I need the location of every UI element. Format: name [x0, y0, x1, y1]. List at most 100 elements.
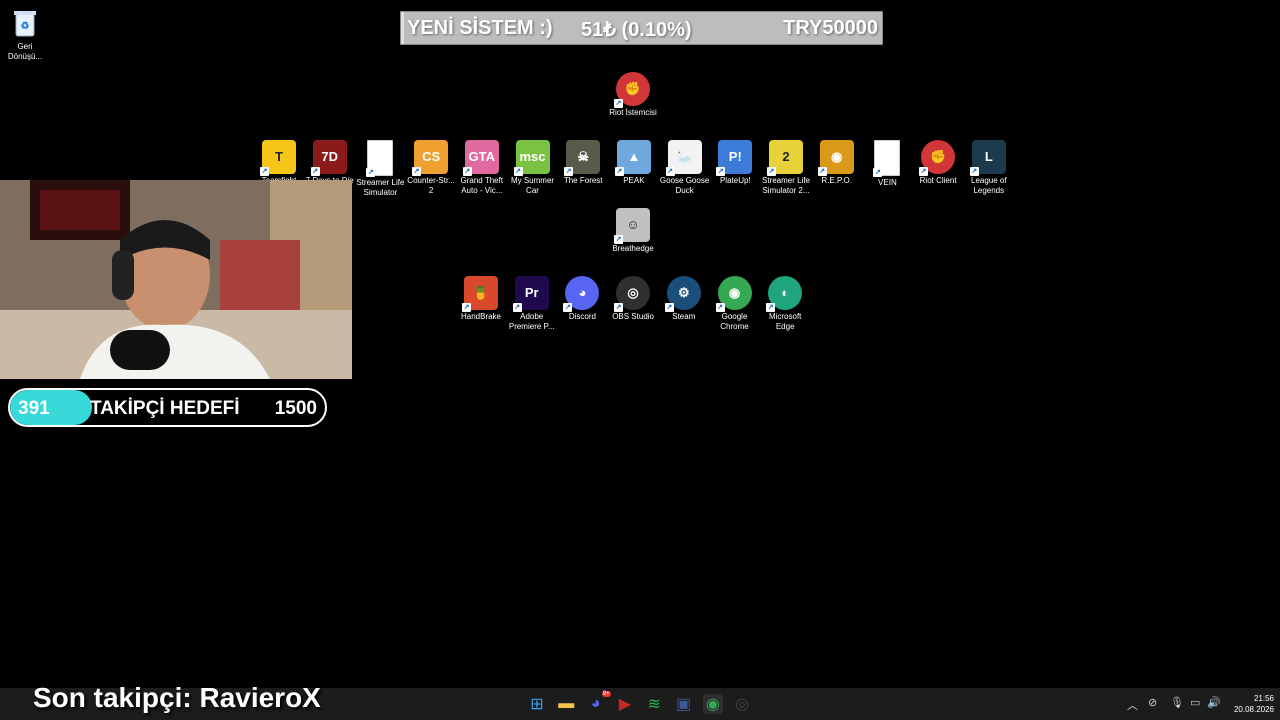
shortcut-arrow-icon: ↗	[512, 303, 522, 312]
desktop-icon-label: VEIN	[878, 178, 897, 187]
desktop-icon[interactable]: ◎ ↗ OBS Studio	[608, 276, 658, 322]
desktop-icon-label: League of Legends	[971, 176, 1007, 195]
desktop-icon[interactable]: ◕ ↗ Discord	[557, 276, 607, 322]
spotify-icon[interactable]: ≋	[644, 694, 664, 714]
goose-goose-duck-icon: 🦢 ↗	[665, 140, 702, 176]
shortcut-arrow-icon: ↗	[969, 167, 979, 176]
desktop-icon-label: PlateUp!	[719, 176, 751, 185]
clock-time: 21:56	[1253, 694, 1274, 703]
video-app-icon[interactable]: ▶	[615, 694, 635, 714]
desktop-icon[interactable]: msc ↗ My Summer Car	[508, 140, 558, 196]
breathedge-icon: ☺ ↗	[614, 208, 650, 244]
webcam-feed	[0, 180, 352, 379]
desktop-icon-label: Streamer Life Simulator	[356, 178, 405, 197]
clock[interactable]: 21:56 20.08.2026	[1222, 693, 1274, 715]
desktop-icon[interactable]: GTA ↗ Grand Theft Auto - Vic...	[457, 140, 507, 196]
follower-goal-label: TAKİPÇİ HEDEFİ	[90, 398, 240, 419]
steam-icon: ⚙ ↗	[664, 276, 701, 312]
discord-icon[interactable]: ◕ 9+	[586, 691, 611, 714]
edge-icon: ◐ ↗	[766, 276, 803, 312]
handbrake-icon: 🍍 ↗	[462, 276, 498, 312]
app-icon[interactable]: ▣	[674, 694, 694, 714]
streamer-life-2-icon: 2 ↗	[767, 140, 803, 176]
gta-vice-city-icon: GTA ↗	[462, 140, 499, 176]
teamfight-icon: T ↗	[260, 140, 296, 176]
desktop-icon-label: The Forest	[563, 176, 603, 185]
shortcut-arrow-icon: ↗	[563, 303, 573, 312]
microphone-icon[interactable]: 🎙	[1170, 696, 1184, 709]
shortcut-arrow-icon: ↗	[664, 303, 674, 312]
the-forest-icon: ☠ ↗	[564, 140, 601, 176]
desktop-icon[interactable]: P! ↗ PlateUp!	[710, 140, 760, 186]
shortcut-arrow-icon: ↗	[715, 303, 725, 312]
desktop-icon-label: Riot Client	[919, 176, 957, 185]
shortcut-arrow-icon: ↗	[716, 167, 726, 176]
discord-icon: ◕ ↗	[563, 276, 600, 312]
chrome-icon[interactable]: ◉	[702, 694, 723, 714]
donation-amount: 51₺ (0.10%)	[581, 19, 692, 41]
desktop-icon-label: Grand Theft Auto - Vic...	[460, 176, 504, 195]
recycle-bin-icon: ♻	[8, 6, 42, 40]
svg-text:♻: ♻	[21, 21, 30, 32]
shortcut-arrow-icon: ↗	[614, 235, 623, 244]
desktop-icon[interactable]: ☺ ↗ Breathedge	[608, 208, 658, 254]
desktop-icon-label: Adobe Premiere P...	[508, 312, 555, 331]
obs-icon[interactable]: ◎	[732, 694, 752, 714]
league-of-legends-icon: L ↗	[969, 140, 1006, 176]
my-summer-car-icon: msc ↗	[513, 140, 550, 176]
desktop-icon[interactable]: ☠ ↗ The Forest	[558, 140, 608, 186]
donation-title: YENİ SİSTEM :)	[407, 17, 553, 39]
donation-progress-fill	[401, 12, 404, 44]
desktop-icon-label: Counter-Str... 2	[407, 176, 455, 195]
desktop-icon[interactable]: 🦢 ↗ Goose Goose Duck	[660, 140, 710, 196]
desktop-icon-label: Streamer Life Simulator 2...	[761, 176, 811, 195]
desktop-icon-label: Geri Dönüşü...	[7, 42, 43, 61]
notification-badge: 9+	[601, 691, 611, 697]
riot-icon: ✊ ↗	[614, 72, 650, 108]
desktop-icon[interactable]: ▲ ↗ PEAK	[609, 140, 659, 186]
last-follower-text: Son takipçi: RavieroX	[33, 682, 321, 713]
desktop-icon-recycle-bin[interactable]: ♻ Geri Dönüşü...	[0, 6, 50, 62]
desktop-icon[interactable]: ◐ ↗ Microsoft Edge	[760, 276, 810, 332]
file-explorer-icon[interactable]: ▬	[556, 694, 576, 714]
desktop-icon[interactable]: ◉ ↗ Google Chrome	[710, 276, 760, 332]
desktop-icon[interactable]: ✊ ↗ Riot Client	[913, 140, 963, 186]
donation-goal: TRY50000	[783, 17, 878, 39]
desktop-icon[interactable]: ◉ ↗ R.E.P.O.	[812, 140, 862, 186]
7-days-to-die-icon: 7D ↗	[310, 140, 347, 176]
obs-icon: ◎ ↗	[614, 276, 651, 312]
volume-icon[interactable]: 🔊	[1207, 696, 1221, 709]
shortcut-arrow-icon: ↗	[919, 167, 929, 176]
shortcut-arrow-icon: ↗	[665, 167, 675, 176]
follower-goal-bar: 391 TAKİPÇİ HEDEFİ 1500	[8, 388, 327, 427]
shortcut-arrow-icon: ↗	[614, 167, 624, 176]
clock-date: 20.08.2026	[1233, 705, 1274, 714]
shortcut-arrow-icon: ↗	[817, 167, 827, 176]
desktop-icon-label: Microsoft Edge	[768, 312, 802, 331]
desktop-icon[interactable]: ⚙ ↗ Steam	[659, 276, 709, 322]
shortcut-arrow-icon: ↗	[873, 168, 883, 177]
desktop-icon[interactable]: 🍍 ↗ HandBrake	[456, 276, 506, 322]
donation-goal-bar: YENİ SİSTEM :) 51₺ (0.10%) TRY50000	[400, 11, 883, 45]
counter-strike-icon: CS ↗	[412, 140, 449, 176]
desktop-icon[interactable]: Pr ↗ Adobe Premiere P...	[507, 276, 557, 332]
desktop-icon[interactable]: ↗ Streamer Life Simulator	[355, 140, 405, 198]
network-off-icon[interactable]: ⊘	[1148, 696, 1157, 709]
windows-start-icon[interactable]: ⊞	[527, 694, 547, 714]
desktop-icon[interactable]: L ↗ League of Legends	[964, 140, 1014, 196]
shortcut-arrow-icon: ↗	[412, 167, 422, 176]
desktop-icon[interactable]: 2 ↗ Streamer Life Simulator 2...	[761, 140, 811, 196]
display-icon[interactable]: ▭	[1190, 696, 1200, 709]
plateup-icon: P! ↗	[716, 140, 753, 176]
desktop-icon-label: R.E.P.O.	[821, 176, 852, 185]
desktop-icon-label: Steam	[672, 312, 696, 321]
desktop-icon[interactable]: ↗ VEIN	[862, 140, 912, 188]
desktop-icon[interactable]: CS ↗ Counter-Str... 2	[406, 140, 456, 196]
desktop-icon[interactable]: ✊ ↗ Riot İstemcisi	[608, 72, 658, 118]
chevron-up-icon[interactable]: ︿	[1127, 697, 1138, 713]
shortcut-arrow-icon: ↗	[260, 167, 269, 176]
shortcut-arrow-icon: ↗	[614, 303, 624, 312]
shortcut-arrow-icon: ↗	[462, 303, 471, 312]
shortcut-arrow-icon: ↗	[564, 167, 574, 176]
desktop-icon-label: HandBrake	[460, 312, 502, 321]
